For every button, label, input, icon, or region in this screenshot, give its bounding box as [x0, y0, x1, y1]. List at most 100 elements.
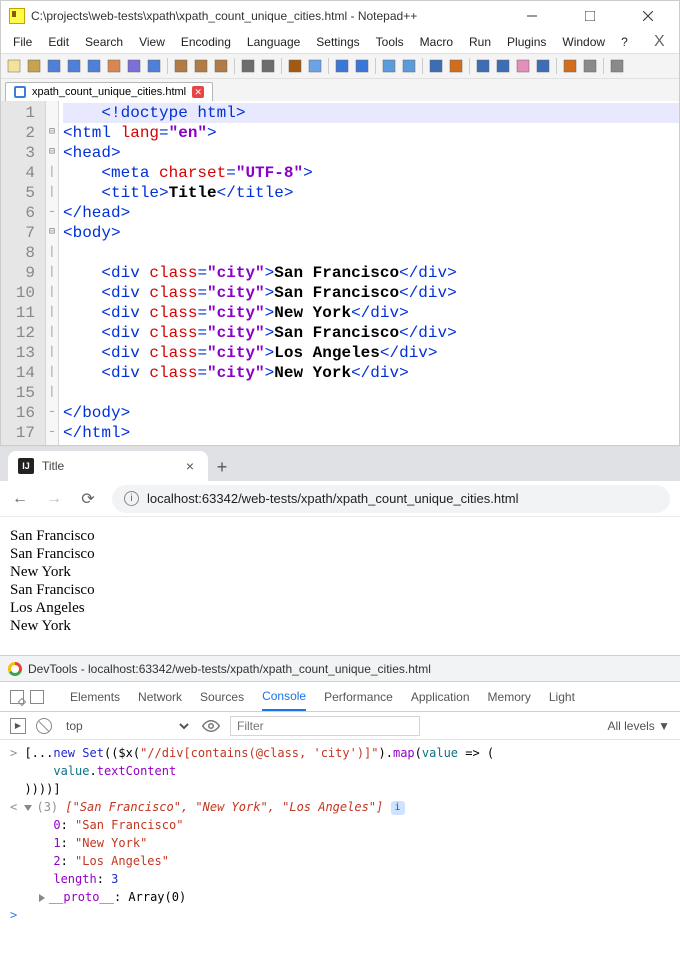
toolbar-button[interactable]: [427, 57, 445, 75]
device-icon[interactable]: [30, 690, 44, 704]
toolbar-button[interactable]: [5, 57, 23, 75]
toolbar-button[interactable]: [45, 57, 63, 75]
secondary-close-button[interactable]: X: [640, 33, 679, 51]
filter-input[interactable]: [230, 716, 420, 736]
inspect-icon[interactable]: [10, 690, 24, 704]
menu-item[interactable]: Macro: [414, 33, 459, 51]
toolbar-button[interactable]: [259, 57, 277, 75]
toolbar-button[interactable]: [306, 57, 324, 75]
toolbar-button[interactable]: [85, 57, 103, 75]
devtools-tabs: Elements Network Sources Console Performance…: [0, 682, 680, 712]
menu-item[interactable]: Tools: [370, 33, 410, 51]
favicon-icon: IJ: [18, 458, 34, 474]
url-text: localhost:63342/web-tests/xpath/xpath_co…: [147, 491, 518, 506]
devtools-window: DevTools - localhost:63342/web-tests/xpa…: [0, 655, 680, 934]
code-content[interactable]: <!doctype html><html lang="en"><head> <m…: [59, 101, 679, 445]
toolbar-button[interactable]: [608, 57, 626, 75]
minimize-button[interactable]: [509, 1, 555, 31]
toolbar-button[interactable]: [380, 57, 398, 75]
toolbar-button[interactable]: [581, 57, 599, 75]
toolbar-button[interactable]: [212, 57, 230, 75]
maximize-button[interactable]: [567, 1, 613, 31]
toolbar-button[interactable]: [400, 57, 418, 75]
city-line: San Francisco: [10, 581, 670, 599]
devtools-tab[interactable]: Network: [138, 684, 182, 710]
site-info-icon[interactable]: i: [124, 491, 139, 506]
city-line: Los Angeles: [10, 599, 670, 617]
menu-item[interactable]: Language: [241, 33, 306, 51]
menu-item[interactable]: File: [7, 33, 38, 51]
titlebar[interactable]: C:\projects\web-tests\xpath\xpath_count_…: [1, 1, 679, 31]
toolbar: [1, 53, 679, 79]
devtools-tab[interactable]: Performance: [324, 684, 393, 710]
city-line: New York: [10, 563, 670, 581]
line-number-gutter: 1234567891011121314151617: [1, 101, 45, 445]
toolbar-button[interactable]: [447, 57, 465, 75]
browser-tabstrip: IJ Title × +: [0, 447, 680, 481]
page-content: San FranciscoSan FranciscoNew YorkSan Fr…: [0, 517, 680, 655]
close-button[interactable]: [625, 1, 671, 31]
toolbar-button[interactable]: [145, 57, 163, 75]
live-expression-icon[interactable]: [202, 718, 220, 734]
devtools-tab[interactable]: Elements: [70, 684, 120, 710]
devtools-tab[interactable]: Console: [262, 683, 306, 711]
forward-button[interactable]: →: [44, 490, 64, 508]
toolbar-button[interactable]: [105, 57, 123, 75]
code-editor[interactable]: 1234567891011121314151617 ⊟⊟││–⊟││││││││…: [1, 101, 679, 445]
menu-item[interactable]: Window: [556, 33, 611, 51]
toolbar-button[interactable]: [25, 57, 43, 75]
url-bar[interactable]: i localhost:63342/web-tests/xpath/xpath_…: [112, 485, 670, 513]
fold-gutter[interactable]: ⊟⊟││–⊟││││││││––: [45, 101, 59, 445]
toolbar-button[interactable]: [353, 57, 371, 75]
toolbar-button[interactable]: [514, 57, 532, 75]
log-levels-selector[interactable]: All levels ▼: [607, 719, 670, 733]
tab-close-icon[interactable]: ×: [182, 458, 198, 474]
browser-tab[interactable]: IJ Title ×: [8, 451, 208, 481]
chrome-icon: [8, 662, 22, 676]
devtools-tab[interactable]: Light: [549, 684, 575, 710]
context-selector[interactable]: top: [62, 718, 192, 734]
toolbar-button[interactable]: [286, 57, 304, 75]
devtools-tab[interactable]: Memory: [488, 684, 531, 710]
back-button[interactable]: ←: [10, 490, 30, 508]
toolbar-button[interactable]: [65, 57, 83, 75]
console-output[interactable]: > [...new Set(($x("//div[contains(@class…: [0, 740, 680, 934]
toolbar-button[interactable]: [561, 57, 579, 75]
browser-window: IJ Title × + ← → ⟳ i localhost:63342/web…: [0, 446, 680, 655]
menubar: FileEditSearchViewEncodingLanguageSettin…: [1, 31, 640, 53]
menu-item[interactable]: View: [133, 33, 171, 51]
devtools-title: DevTools - localhost:63342/web-tests/xpa…: [28, 662, 431, 676]
toolbar-button[interactable]: [474, 57, 492, 75]
toolbar-button[interactable]: [333, 57, 351, 75]
toolbar-button[interactable]: [172, 57, 190, 75]
new-tab-button[interactable]: +: [208, 453, 236, 481]
city-line: San Francisco: [10, 527, 670, 545]
tab-close-icon[interactable]: ✕: [192, 86, 204, 98]
clear-console-icon[interactable]: [36, 718, 52, 734]
file-tab[interactable]: xpath_count_unique_cities.html ✕: [5, 82, 213, 101]
toolbar-button[interactable]: [125, 57, 143, 75]
window-title: C:\projects\web-tests\xpath\xpath_count_…: [31, 9, 509, 23]
menu-item[interactable]: Encoding: [175, 33, 237, 51]
file-icon: [14, 86, 26, 98]
toolbar-button[interactable]: [534, 57, 552, 75]
devtools-tab[interactable]: Application: [411, 684, 470, 710]
menu-item[interactable]: Plugins: [501, 33, 552, 51]
devtools-titlebar[interactable]: DevTools - localhost:63342/web-tests/xpa…: [0, 656, 680, 682]
toolbar-button[interactable]: [494, 57, 512, 75]
menu-item[interactable]: Settings: [310, 33, 365, 51]
app-icon: [9, 8, 25, 24]
console-toolbar: ▶ top All levels ▼: [0, 712, 680, 740]
reload-button[interactable]: ⟳: [78, 489, 98, 509]
menu-item[interactable]: ?: [615, 33, 634, 51]
dock-controls[interactable]: [10, 690, 44, 704]
toolbar-button[interactable]: [239, 57, 257, 75]
browser-tab-title: Title: [42, 459, 174, 473]
devtools-tab[interactable]: Sources: [200, 684, 244, 710]
play-icon[interactable]: ▶: [10, 718, 26, 734]
menu-item[interactable]: Search: [79, 33, 129, 51]
menu-item[interactable]: Edit: [42, 33, 75, 51]
toolbar-button[interactable]: [192, 57, 210, 75]
tab-bar: xpath_count_unique_cities.html ✕: [1, 79, 679, 101]
menu-item[interactable]: Run: [463, 33, 497, 51]
